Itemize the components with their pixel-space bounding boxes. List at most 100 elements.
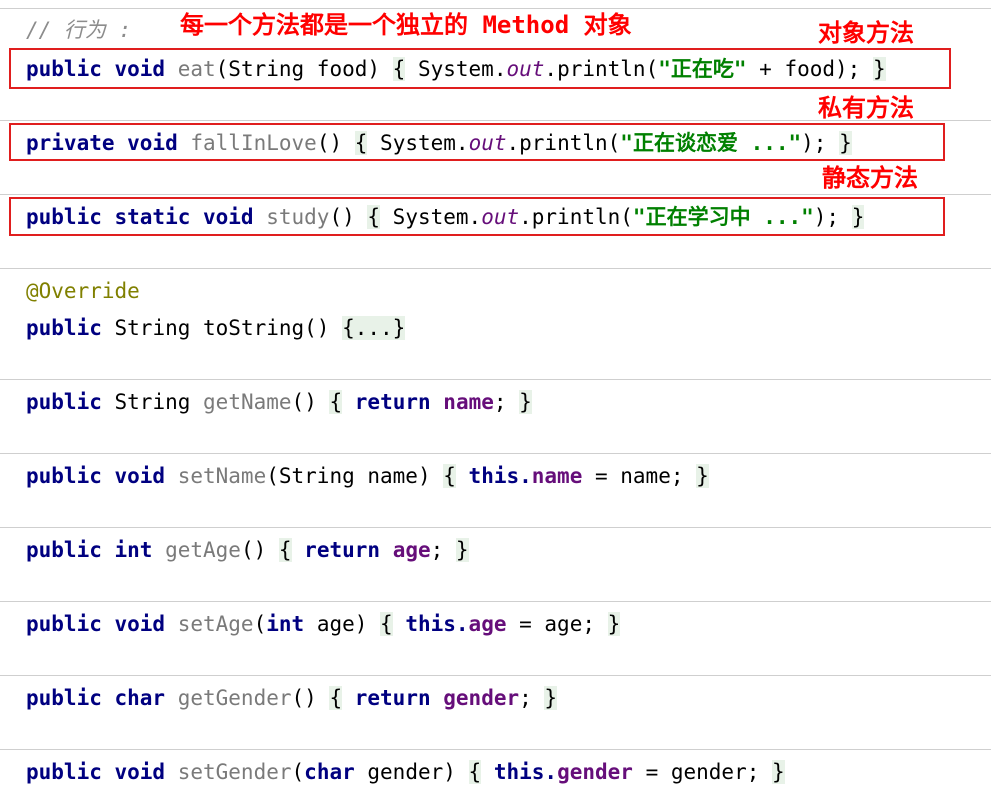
type: String bbox=[114, 390, 204, 414]
keyword: return bbox=[342, 686, 444, 710]
params: (String food) bbox=[215, 57, 393, 81]
line-separator bbox=[0, 194, 991, 195]
annotation-override: @Override bbox=[26, 279, 140, 303]
code-text: ; bbox=[493, 390, 520, 414]
keyword: public int bbox=[26, 538, 166, 562]
keyword: return bbox=[342, 390, 444, 414]
line-separator bbox=[0, 379, 991, 380]
string-literal: "正在吃" bbox=[658, 57, 747, 81]
code-line-setgender[interactable]: public void setGender(char gender) { thi… bbox=[26, 757, 785, 787]
code-line-tostring[interactable]: public String toString() {...} bbox=[26, 313, 406, 343]
code-text: System. bbox=[380, 205, 482, 229]
line-separator bbox=[0, 527, 991, 528]
code-text: ; bbox=[430, 538, 456, 562]
brace: { bbox=[443, 464, 456, 488]
params: () bbox=[291, 686, 330, 710]
brace: } bbox=[872, 57, 886, 81]
brace: } bbox=[544, 686, 558, 710]
keyword: return bbox=[291, 538, 393, 562]
code-line-setage[interactable]: public void setAge(int age) { this.age =… bbox=[26, 609, 621, 639]
brace: { bbox=[329, 686, 343, 710]
params: () bbox=[329, 205, 368, 229]
params: (String name) bbox=[266, 464, 444, 488]
brace: } bbox=[519, 390, 532, 414]
method-name: getAge bbox=[165, 538, 241, 562]
static-field: out bbox=[468, 131, 507, 155]
line-separator bbox=[0, 268, 991, 269]
params: ( bbox=[253, 612, 267, 636]
code-comment: // 行为 : bbox=[26, 18, 132, 42]
method-name: getName bbox=[203, 390, 292, 414]
code-text: ); bbox=[801, 131, 840, 155]
line-separator bbox=[0, 8, 991, 9]
brace: } bbox=[772, 760, 785, 784]
code-text: System. bbox=[405, 57, 507, 81]
code-text: .println( bbox=[519, 205, 633, 229]
heading-note: 每一个方法都是一个独立的 Method 对象 bbox=[180, 11, 632, 39]
code-line-eat[interactable]: public void eat(String food) { System.ou… bbox=[26, 54, 886, 84]
line-separator bbox=[0, 749, 991, 750]
keyword: public void bbox=[26, 760, 178, 784]
keyword: this. bbox=[392, 612, 469, 636]
label-object-method: 对象方法 bbox=[818, 19, 914, 47]
brace: { bbox=[367, 205, 381, 229]
method-name: getGender bbox=[177, 686, 292, 710]
brace: { bbox=[392, 57, 406, 81]
line-separator bbox=[0, 601, 991, 602]
code-text: .println( bbox=[544, 57, 659, 81]
code-text: = gender; bbox=[632, 760, 772, 784]
line-separator bbox=[0, 675, 991, 676]
brace: { bbox=[278, 538, 292, 562]
keyword: int bbox=[266, 612, 305, 636]
field: name bbox=[443, 390, 494, 414]
params: () bbox=[291, 390, 330, 414]
label-static-method: 静态方法 bbox=[822, 164, 918, 192]
brace: { bbox=[354, 131, 368, 155]
method-name: setName bbox=[177, 464, 267, 488]
params: ( bbox=[291, 760, 305, 784]
code-line-getname[interactable]: public String getName() { return name; } bbox=[26, 387, 532, 417]
brace: { bbox=[380, 612, 393, 636]
method-name: eat bbox=[177, 57, 216, 81]
code-text: = age; bbox=[506, 612, 608, 636]
code-text: ); bbox=[813, 205, 852, 229]
keyword: public void bbox=[26, 57, 178, 81]
brace: } bbox=[839, 131, 852, 155]
brace: } bbox=[851, 205, 865, 229]
brace: { bbox=[329, 390, 343, 414]
code-text: + food); bbox=[746, 57, 873, 81]
line-separator bbox=[0, 453, 991, 454]
code-line-fallinlove[interactable]: private void fallInLove() { System.out.p… bbox=[26, 128, 852, 158]
label-private-method: 私有方法 bbox=[818, 94, 914, 122]
code-line-getage[interactable]: public int getAge() { return age; } bbox=[26, 535, 469, 565]
params: age) bbox=[304, 612, 381, 636]
code-text: ; bbox=[519, 686, 545, 710]
code-line-setname[interactable]: public void setName(String name) { this.… bbox=[26, 461, 709, 491]
brace: } bbox=[455, 538, 469, 562]
brace: { bbox=[468, 760, 482, 784]
method-name: study bbox=[266, 205, 330, 229]
field: gender bbox=[443, 686, 520, 710]
keyword: public bbox=[26, 316, 115, 340]
field: age bbox=[468, 612, 507, 636]
string-literal: "正在学习中 ..." bbox=[632, 205, 814, 229]
params: () bbox=[316, 131, 355, 155]
folded-block[interactable]: {...} bbox=[342, 316, 406, 340]
params: () bbox=[240, 538, 279, 562]
code-text: String toString() bbox=[114, 316, 343, 340]
keyword: public bbox=[26, 390, 115, 414]
field: age bbox=[392, 538, 431, 562]
code-line-study[interactable]: public static void study() { System.out.… bbox=[26, 202, 865, 232]
field: gender bbox=[557, 760, 633, 784]
code-line-getgender[interactable]: public char getGender() { return gender;… bbox=[26, 683, 558, 713]
keyword: public static void bbox=[26, 205, 267, 229]
static-field: out bbox=[481, 205, 520, 229]
field: name bbox=[531, 464, 583, 488]
keyword: this. bbox=[481, 760, 558, 784]
keyword: char bbox=[304, 760, 355, 784]
params: gender) bbox=[354, 760, 469, 784]
keyword: this. bbox=[455, 464, 532, 488]
method-name: fallInLove bbox=[190, 131, 317, 155]
keyword: public void bbox=[26, 612, 178, 636]
brace: } bbox=[696, 464, 709, 488]
